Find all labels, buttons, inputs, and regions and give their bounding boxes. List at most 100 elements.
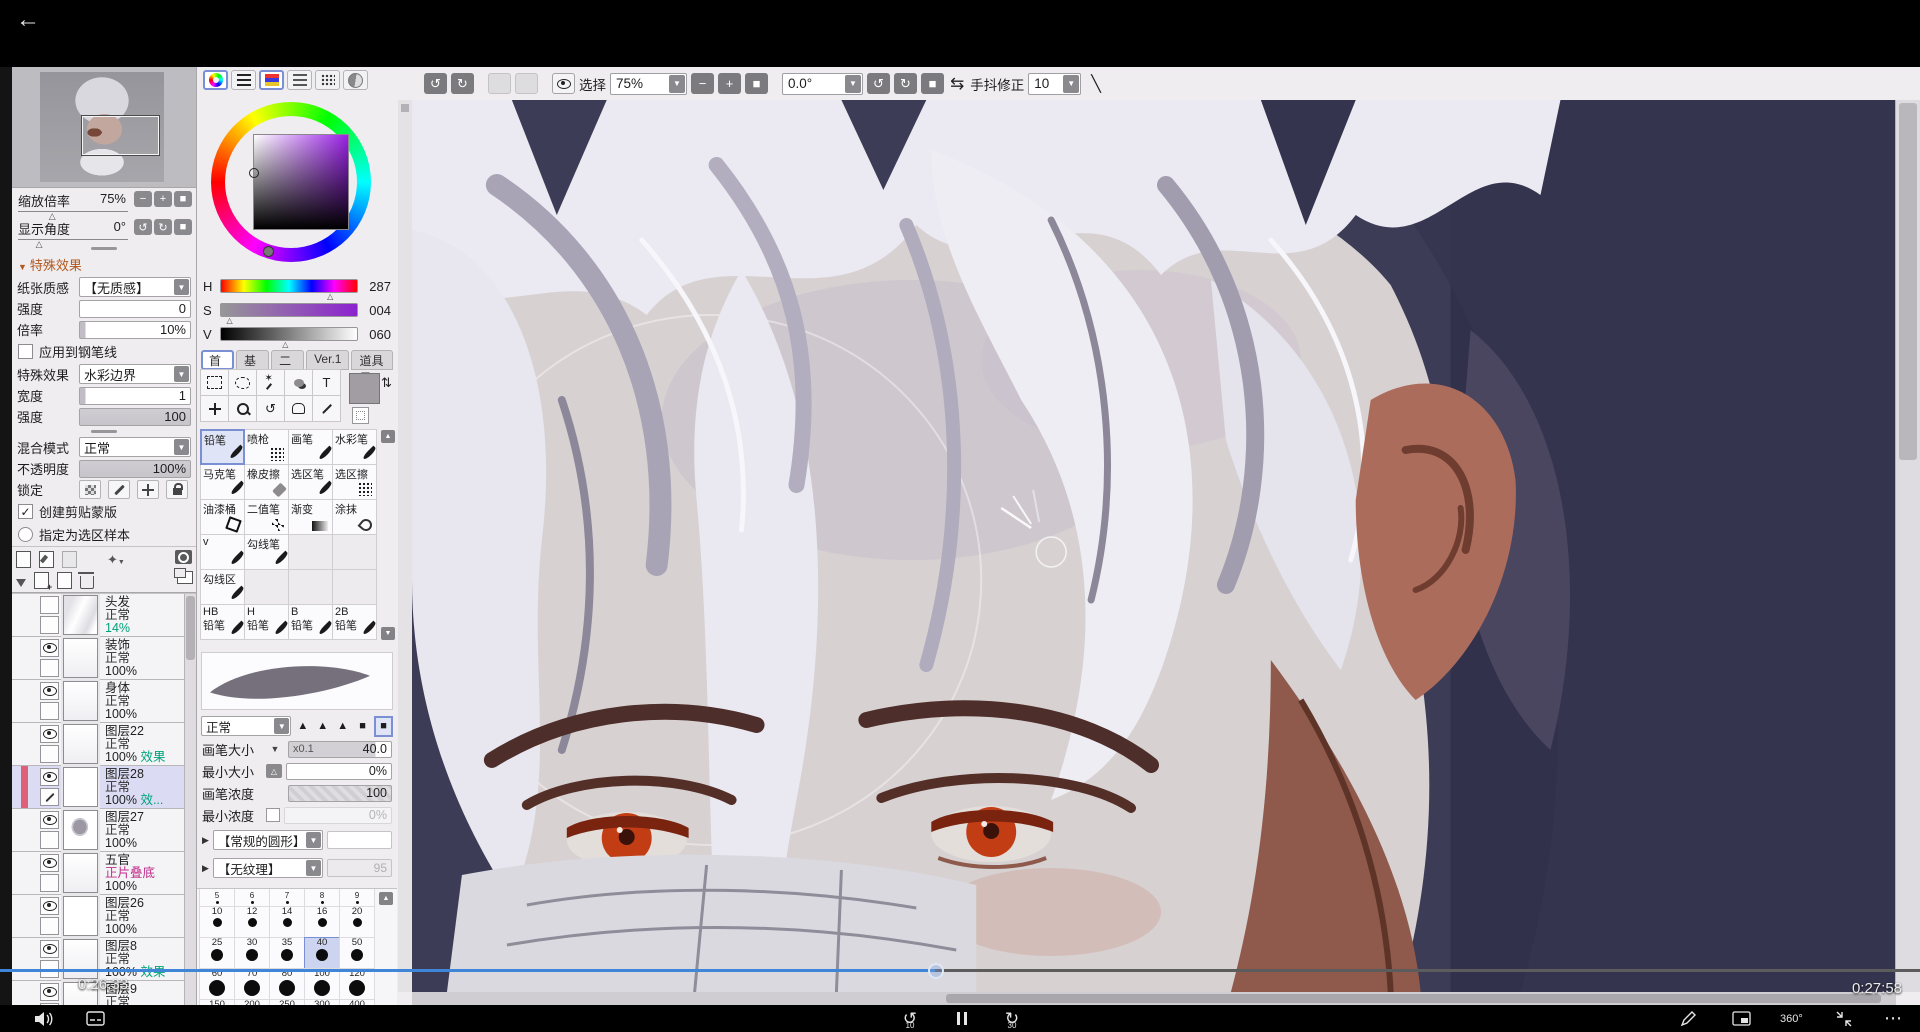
size-unit-dropdown-icon[interactable]: ▼ [266,744,284,754]
size-scroll-up-icon[interactable]: ▲ [379,892,393,905]
canvas-zoom-in-button[interactable]: + [718,73,741,94]
tool-tab-3[interactable]: 二值 [271,350,304,370]
lock-all-button[interactable] [166,480,188,499]
rewind-10-button[interactable]: ↺10 [898,1007,922,1030]
zoom-out-button[interactable]: − [134,191,152,207]
brush-texture-dropdown[interactable]: 【无纹理】▼ [213,858,323,878]
hand-tool[interactable] [284,395,313,422]
panel-grip[interactable] [12,427,196,436]
size-preset[interactable]: 12 [234,906,270,938]
layer-edit-checkbox[interactable] [40,917,59,935]
brush-blend-dropdown[interactable]: 正常▼ [201,716,291,736]
layer-visibility-checkbox[interactable] [40,983,59,1001]
effect-strength-slider[interactable]: 100 [79,408,191,426]
size-preset[interactable]: 80 [269,968,305,1000]
selection-source-radio[interactable] [18,527,33,542]
forward-30-button[interactable]: ↻30 [1000,1007,1024,1030]
effect-width-input[interactable]: 1 [79,387,191,405]
current-color-swatch[interactable] [349,373,380,404]
size-preset[interactable]: 25 [199,937,235,969]
size-preset[interactable]: 50 [339,937,375,969]
expand-icon[interactable]: ▶ [202,863,209,874]
special-effects-header[interactable]: ▼特殊效果 [12,253,196,276]
new-folder-icon[interactable] [62,551,77,568]
tool-tab-1[interactable]: 首选 [201,350,234,370]
brush-cell[interactable]: 渐变 [288,499,333,535]
layer-visibility-checkbox[interactable] [40,768,59,786]
dropdown-icon[interactable]: ▼ [174,279,189,295]
tool-tab-5[interactable]: 道具风 [351,350,393,370]
edge-shape-flat-icon[interactable]: ■ [354,717,371,736]
zoom-reset-button[interactable]: ■ [174,191,192,207]
video-progress-bar[interactable] [0,969,1920,972]
zoom-in-button[interactable]: + [154,191,172,207]
brush-cell[interactable]: H铅笔 [244,604,289,640]
rgb-sliders-tab[interactable] [259,70,284,90]
paper-strength-input[interactable]: 0 [79,300,191,318]
brush-scroll-up-icon[interactable]: ▲ [381,430,395,443]
canvas-vscrollbar[interactable] [1895,100,1920,992]
delete-layer-icon[interactable] [80,576,94,589]
dropdown-icon[interactable]: ▼ [174,439,189,455]
undo-button[interactable]: ↺ [424,73,447,94]
merge-down-icon[interactable] [16,579,26,587]
layer-edit-checkbox[interactable] [40,745,59,763]
rotate-tool[interactable]: ↺ [256,395,285,422]
brush-cell[interactable]: 铅笔 [200,429,245,465]
selection-visibility-button[interactable] [552,73,575,94]
swap-colors-icon[interactable]: ⇅ [381,375,392,391]
blend-mode-dropdown[interactable]: 正常▼ [79,437,191,457]
panel-collapse-strip[interactable] [398,100,413,992]
layer-edit-checkbox[interactable] [40,788,59,806]
canvas-zoom-combo[interactable]: 75%▼ [610,73,687,95]
edge-shape-soft-icon[interactable]: ▲ [314,717,331,736]
canvas-rotate-ccw-button[interactable]: ↺ [867,73,890,94]
pip-icon[interactable] [1732,1007,1751,1030]
layer-mask-icon[interactable] [175,550,192,564]
opacity-slider[interactable]: 100% [79,460,191,478]
brush-cell[interactable]: 水彩笔 [332,429,377,465]
canvas-rotate-cw-button[interactable]: ↻ [894,73,917,94]
layer-row[interactable]: 头发正常14% [12,594,185,637]
canvas-rotate-reset-button[interactable]: ■ [921,73,944,94]
size-preset[interactable]: 60 [199,968,235,1000]
effect-type-dropdown[interactable]: 水彩边界▼ [79,364,191,384]
size-preset[interactable]: 70 [234,968,270,1000]
saturation-slider[interactable]: △ [220,303,358,317]
brush-scroll-down-icon[interactable]: ▼ [381,627,395,640]
layer-visibility-checkbox[interactable] [40,725,59,743]
brush-cell[interactable]: HB铅笔 [200,604,245,640]
layer-row[interactable]: 图层26正常100% [12,895,185,938]
size-preset[interactable]: 30 [234,937,270,969]
mixer-tab[interactable] [343,70,368,90]
layer-visibility-checkbox[interactable] [40,854,59,872]
canvas-zoom-reset-button[interactable]: ■ [745,73,768,94]
size-preset[interactable]: 5 [199,888,235,907]
sv-square[interactable] [253,134,349,230]
bars-tab[interactable] [231,70,256,90]
size-preset[interactable]: 100 [304,968,340,1000]
panel-grip[interactable] [12,244,196,253]
subtitle-icon[interactable] [86,1007,105,1030]
shape-move-tool[interactable] [284,369,313,396]
layer-row[interactable]: 身体正常100% [12,680,185,723]
zoom-tool[interactable] [228,395,257,422]
hue-slider[interactable]: △ [220,279,358,293]
lock-move-button[interactable] [137,480,159,499]
new-vector-layer-icon[interactable] [39,551,54,568]
min-density-checkbox[interactable] [266,808,280,822]
tool-tab-4[interactable]: Ver.1 [306,350,349,370]
min-size-input[interactable]: 0% [286,763,392,780]
invert-selection-button[interactable] [515,73,538,94]
size-preset[interactable]: 6 [234,888,270,907]
lock-alpha-button[interactable] [79,480,101,499]
canvas-zoom-out-button[interactable]: − [691,73,714,94]
brush-cell[interactable]: 油漆桶 [200,499,245,535]
edge-shape-round-icon[interactable]: ▲ [334,717,351,736]
layer-visibility-checkbox[interactable] [40,897,59,915]
layer-edit-checkbox[interactable] [40,874,59,892]
sv-marker[interactable] [249,168,259,178]
text-tool[interactable]: T [312,369,341,396]
new-layer-icon[interactable] [16,551,31,568]
annotate-icon[interactable] [1680,1007,1696,1030]
